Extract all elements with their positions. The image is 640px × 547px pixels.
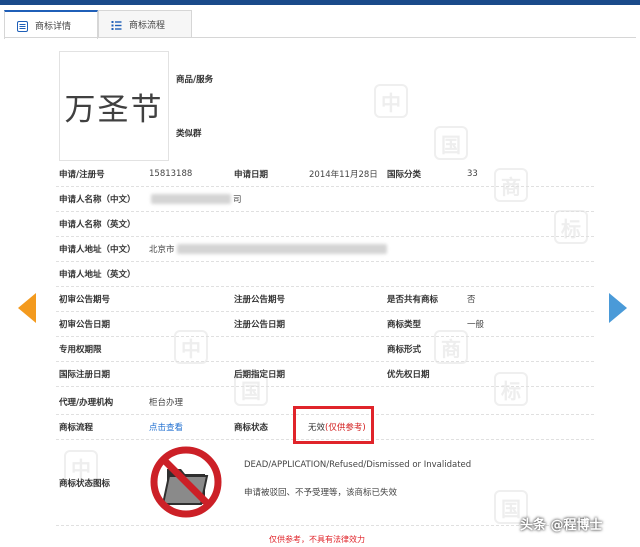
redacted-text — [151, 194, 231, 204]
tab-bar: 商标详情 商标流程 — [4, 10, 193, 39]
shared-tm-label: 是否共有商标 — [387, 295, 439, 305]
info-row: 申请人地址（中文） 北京市 — [56, 237, 594, 262]
later-designation-label: 后期指定日期 — [234, 370, 286, 380]
status-english-text: DEAD/APPLICATION/Refused/Dismissed or In… — [244, 460, 472, 470]
intl-class-label: 国际分类 — [387, 170, 422, 180]
reg-no-value: 15813188 — [149, 169, 193, 179]
address-en-label: 申请人地址（英文） — [59, 270, 136, 280]
trademark-logo-image: 万圣节 — [59, 51, 169, 161]
apply-date-label: 申请日期 — [234, 170, 269, 180]
info-row: 申请/注册号 15813188 申请日期 2014年11月28日 国际分类 33 — [56, 162, 594, 187]
prelim-pub-no-label: 初审公告期号 — [59, 295, 111, 305]
info-row: 国际注册日期 后期指定日期 优先权日期 — [56, 362, 594, 387]
status-icon-row: 商标状态图标 DEAD/APPLICATION/Refused/Dismisse… — [56, 440, 594, 526]
tab-divider — [4, 37, 636, 38]
next-arrow-icon[interactable] — [609, 293, 627, 323]
document-icon — [17, 21, 28, 32]
tab-trademark-details[interactable]: 商标详情 — [4, 10, 99, 39]
reg-pub-date-label: 注册公告日期 — [234, 320, 286, 330]
no-entry-folder-icon — [150, 446, 222, 518]
info-row: 初审公告日期 注册公告日期 商标类型 一般 — [56, 312, 594, 337]
tab-label: 商标流程 — [129, 21, 166, 31]
intl-class-value: 33 — [467, 169, 478, 179]
tm-type-label: 商标类型 — [387, 320, 422, 330]
address-cn-value: 北京市 — [149, 237, 389, 261]
status-icon-label: 商标状态图标 — [59, 478, 111, 489]
status-highlight-box — [293, 406, 374, 444]
info-row: 初审公告期号 注册公告期号 是否共有商标 否 — [56, 287, 594, 312]
tm-type-value: 一般 — [467, 320, 485, 330]
tm-form-label: 商标形式 — [387, 345, 422, 355]
similar-group-label: 类似群 — [176, 129, 202, 139]
process-label: 商标流程 — [59, 423, 94, 433]
tab-trademark-process[interactable]: 商标流程 — [98, 10, 193, 38]
priority-date-label: 优先权日期 — [387, 370, 430, 380]
watermark-icon: 国 — [434, 126, 468, 160]
info-row: 申请人名称（中文） 司 — [56, 187, 594, 212]
top-bar — [0, 0, 640, 5]
tab-label: 商标详情 — [35, 22, 72, 32]
prelim-pub-date-label: 初审公告日期 — [59, 320, 111, 330]
exclusive-period-label: 专用权期限 — [59, 345, 102, 355]
reg-pub-no-label: 注册公告期号 — [234, 295, 286, 305]
list-icon — [111, 21, 122, 30]
watermark-icon: 中 — [374, 84, 408, 118]
apply-date-value: 2014年11月28日 — [309, 170, 378, 180]
address-cn-label: 申请人地址（中文） — [59, 245, 136, 255]
redacted-text — [176, 244, 387, 254]
intl-reg-date-label: 国际注册日期 — [59, 370, 111, 380]
status-chinese-text: 申请被驳回、不予受理等，该商标已失效 — [244, 488, 398, 498]
goods-services-label: 商品/服务 — [176, 75, 214, 85]
view-process-link[interactable]: 点击查看 — [149, 415, 183, 439]
previous-arrow-icon[interactable] — [18, 293, 36, 323]
applicant-cn-value: 司 — [149, 187, 242, 211]
applicant-en-label: 申请人名称（英文） — [59, 220, 136, 230]
agent-label: 代理/办理机构 — [59, 398, 114, 408]
shared-tm-value: 否 — [467, 295, 476, 305]
reg-no-label: 申请/注册号 — [59, 170, 105, 180]
info-row: 专用权期限 商标形式 — [56, 337, 594, 362]
agent-value: 柜台办理 — [149, 398, 184, 408]
trademark-detail-panel: 中 国 商 标 中 国 商 标 中 国 万圣节 商品/服务 类似群 申请/注册号… — [56, 40, 594, 547]
author-credit: 头条 @程博士 — [520, 518, 603, 533]
info-row: 申请人地址（英文） — [56, 262, 594, 287]
applicant-cn-label: 申请人名称（中文） — [59, 195, 136, 205]
info-row: 申请人名称（英文） — [56, 212, 594, 237]
tm-status-label: 商标状态 — [234, 423, 269, 433]
disclaimer-note: 仅供参考，不具有法律效力 — [269, 535, 365, 544]
